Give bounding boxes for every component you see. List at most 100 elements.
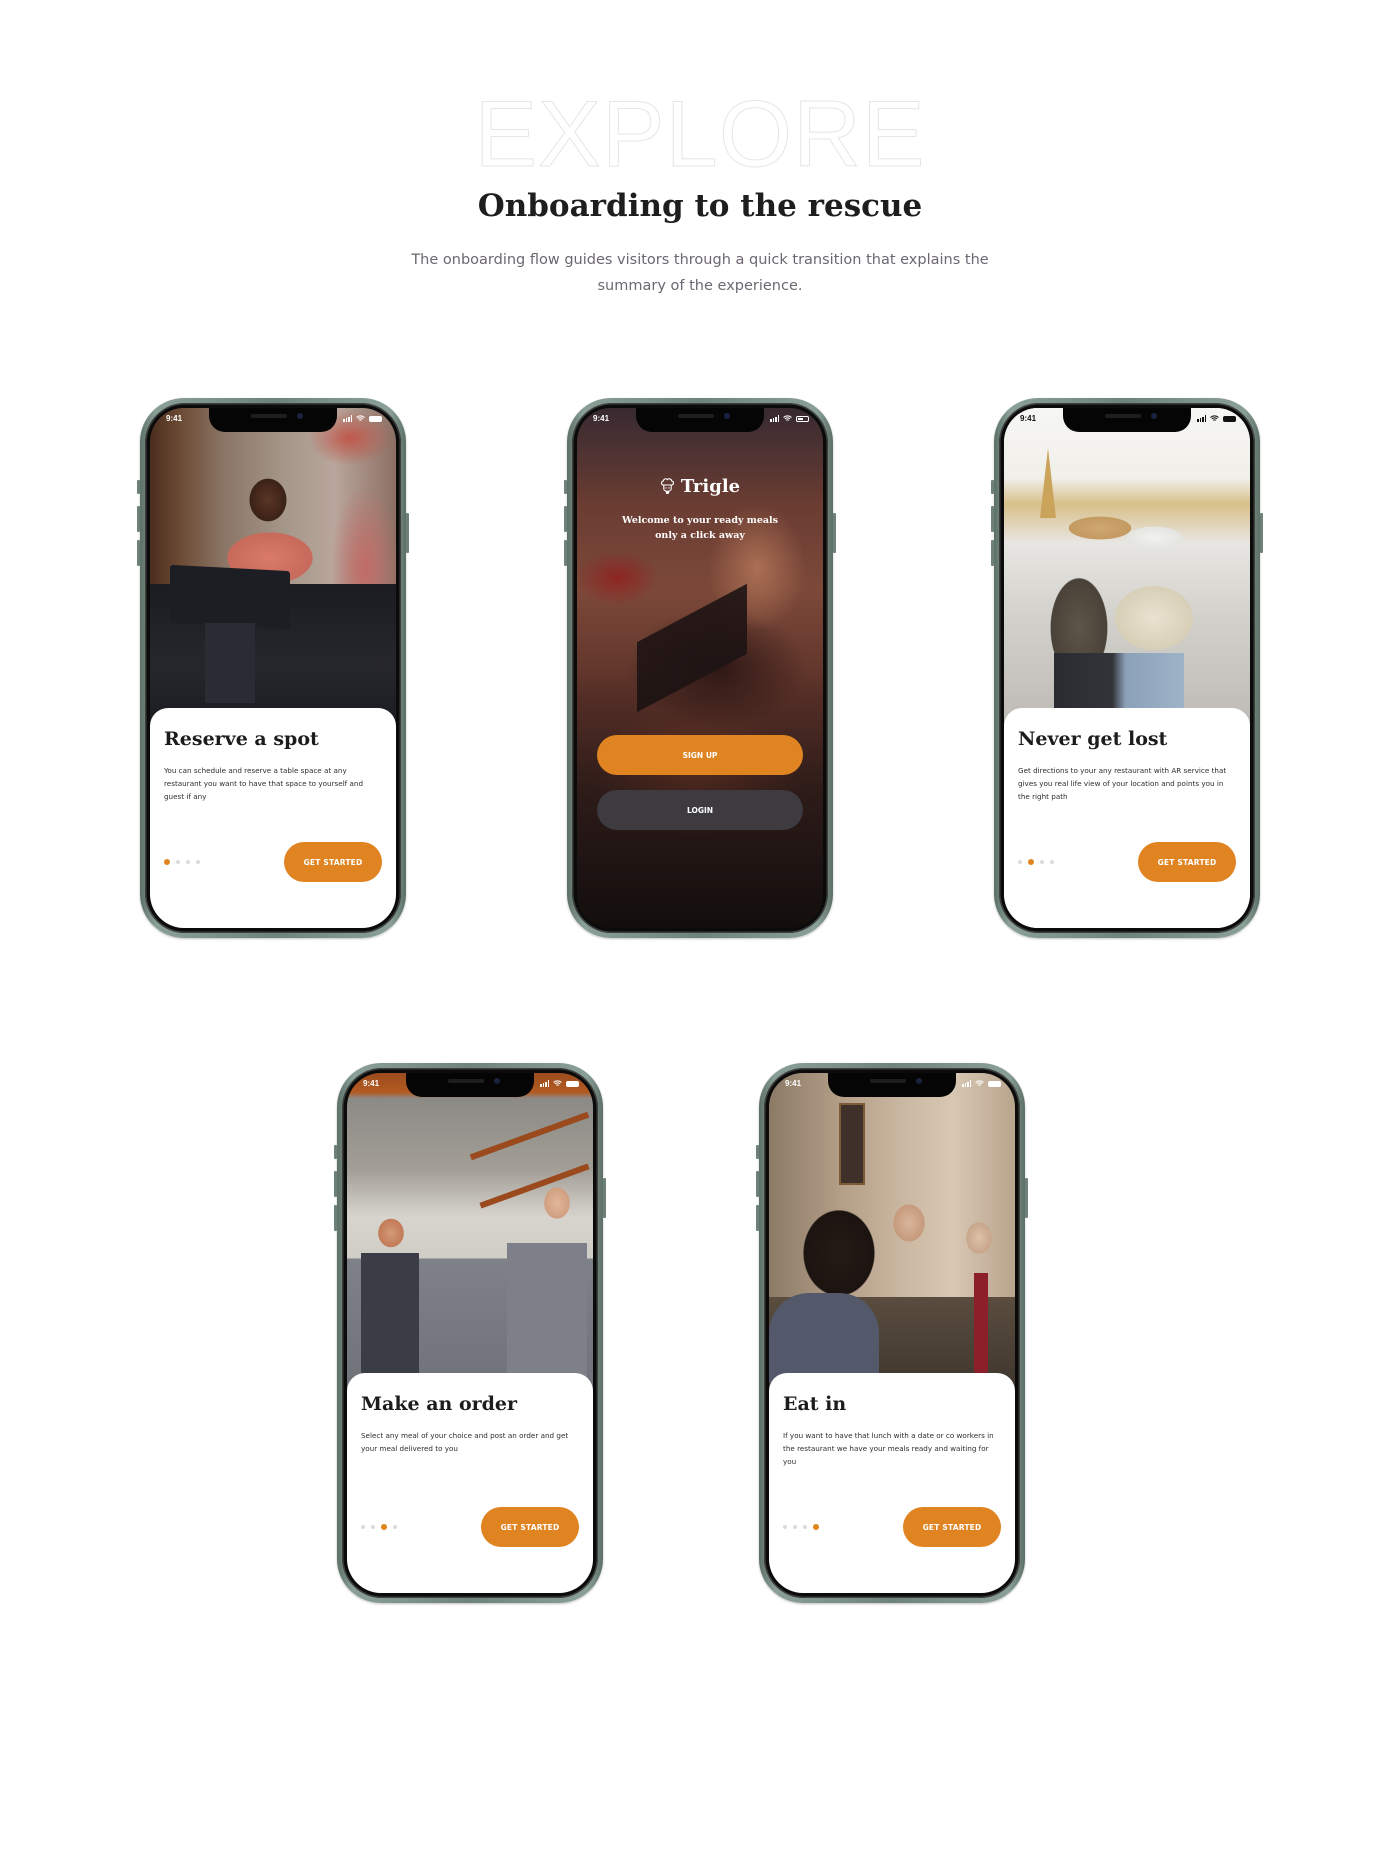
page-dot[interactable] (1018, 860, 1022, 864)
register-stand (205, 623, 255, 703)
battery-icon (988, 1080, 1001, 1087)
notch (1063, 408, 1191, 432)
register-monitor (170, 564, 290, 630)
menu-book (637, 583, 747, 713)
page-dot[interactable] (1050, 860, 1054, 864)
page-dot[interactable] (361, 1525, 365, 1529)
page-title: Onboarding to the rescue (477, 188, 923, 224)
page-indicator (1018, 859, 1054, 865)
phone-never-get-lost: 9:41 Never get lost Get directions to yo… (991, 398, 1263, 938)
page-dot[interactable] (803, 1525, 807, 1529)
volume-up-button (991, 506, 994, 532)
signal-icon (962, 1080, 971, 1087)
page-dot[interactable] (176, 860, 180, 864)
speaker (678, 414, 714, 418)
card-title: Never get lost (1018, 728, 1168, 750)
hero-background-word: EXPLORE (474, 81, 926, 186)
page-indicator (164, 859, 200, 865)
silent-switch (137, 480, 140, 494)
page-indicator (783, 1524, 819, 1530)
battery-icon (1223, 415, 1236, 422)
page-subtitle: The onboarding flow guides visitors thro… (411, 252, 989, 294)
camera (1151, 413, 1157, 419)
tourists-with-map-photo (1004, 408, 1250, 728)
woman-at-register-photo (150, 408, 396, 728)
notch (209, 408, 337, 432)
speaker (870, 1079, 906, 1083)
status-time: 9:41 (785, 1079, 802, 1088)
woman-apron (507, 1243, 587, 1383)
status-time: 9:41 (593, 414, 610, 423)
page-dot[interactable] (793, 1525, 797, 1529)
phone-eat-in: 9:41 Eat in If you want to have that lun… (756, 1063, 1028, 1603)
notch (828, 1073, 956, 1097)
silent-switch (564, 480, 567, 494)
page-dot[interactable] (186, 860, 190, 864)
jeans (1054, 653, 1184, 713)
status-time: 9:41 (166, 414, 183, 423)
get-started-button[interactable]: GET STARTED (481, 1507, 579, 1547)
screen: 9:41 Eat in If you want to have that lun… (769, 1073, 1015, 1593)
page-indicator (361, 1524, 397, 1530)
camera (494, 1078, 500, 1084)
card-description: Get directions to your any restaurant wi… (1018, 766, 1227, 801)
silent-switch (991, 480, 994, 494)
onboarding-card: Never get lost Get directions to your an… (1004, 708, 1250, 928)
picture-frame (839, 1103, 865, 1185)
shelf (479, 1163, 590, 1209)
get-started-button[interactable]: GET STARTED (284, 842, 382, 882)
sign-up-button[interactable]: SIGN UP (597, 735, 803, 775)
get-started-button[interactable]: GET STARTED (1138, 842, 1236, 882)
get-started-button[interactable]: GET STARTED (903, 1507, 1001, 1547)
screen: 9:41 Make an order Select any meal of yo… (347, 1073, 593, 1593)
card-title: Make an order (361, 1393, 518, 1415)
battery-icon (566, 1080, 579, 1087)
signal-icon (343, 415, 352, 422)
welcome-tagline: Welcome to your ready meals only a click… (577, 513, 823, 543)
chef-hat-icon (660, 478, 674, 494)
page-dot-active[interactable] (381, 1524, 387, 1530)
volume-up-button (564, 506, 567, 532)
screen: 9:41 Never get lost Get directions to yo… (1004, 408, 1250, 928)
status-time: 9:41 (1020, 414, 1037, 423)
camera (297, 413, 303, 419)
wifi-icon (356, 415, 365, 421)
battery-icon (796, 416, 809, 422)
signal-icon (540, 1080, 549, 1087)
volume-up-button (137, 506, 140, 532)
page-dot-active[interactable] (164, 859, 170, 865)
page-dot[interactable] (393, 1525, 397, 1529)
phone-make-an-order: 9:41 Make an order Select any meal of yo… (334, 1063, 606, 1603)
kitchen-staff-photo (347, 1073, 593, 1393)
page-dot-active[interactable] (813, 1524, 819, 1530)
page-dot[interactable] (1040, 860, 1044, 864)
volume-down-button (564, 540, 567, 566)
power-button (833, 513, 836, 553)
onboarding-card: Eat in If you want to have that lunch wi… (769, 1373, 1015, 1593)
brand-name: Trigle (680, 476, 741, 497)
tagline-line-1: Welcome to your ready meals (621, 515, 779, 526)
screen: 9:41 Reserve a spot You can schedule and… (150, 408, 396, 928)
page-dot[interactable] (371, 1525, 375, 1529)
onboarding-card: Make an order Select any meal of your ch… (347, 1373, 593, 1593)
page-dot[interactable] (783, 1525, 787, 1529)
temple-spire (1040, 448, 1056, 518)
brand-logo: Trigle (577, 476, 823, 497)
volume-down-button (137, 540, 140, 566)
card-title: Eat in (783, 1393, 847, 1415)
patterned-top (769, 1293, 879, 1383)
speaker (251, 414, 287, 418)
wifi-icon (553, 1080, 562, 1086)
login-button[interactable]: LOGIN (597, 790, 803, 830)
page-dot-active[interactable] (1028, 859, 1034, 865)
notch (636, 408, 764, 432)
card-description: You can schedule and reserve a table spa… (164, 766, 364, 801)
notch (406, 1073, 534, 1097)
card-description: Select any meal of your choice and post … (361, 1431, 569, 1453)
screen: 9:41 Trigle Welcome to your ready meals … (577, 408, 823, 928)
silent-switch (756, 1145, 759, 1159)
speaker (1105, 414, 1141, 418)
wine-bottle (974, 1273, 988, 1373)
page-dot[interactable] (196, 860, 200, 864)
tagline-line-2: only a click away (655, 530, 745, 541)
